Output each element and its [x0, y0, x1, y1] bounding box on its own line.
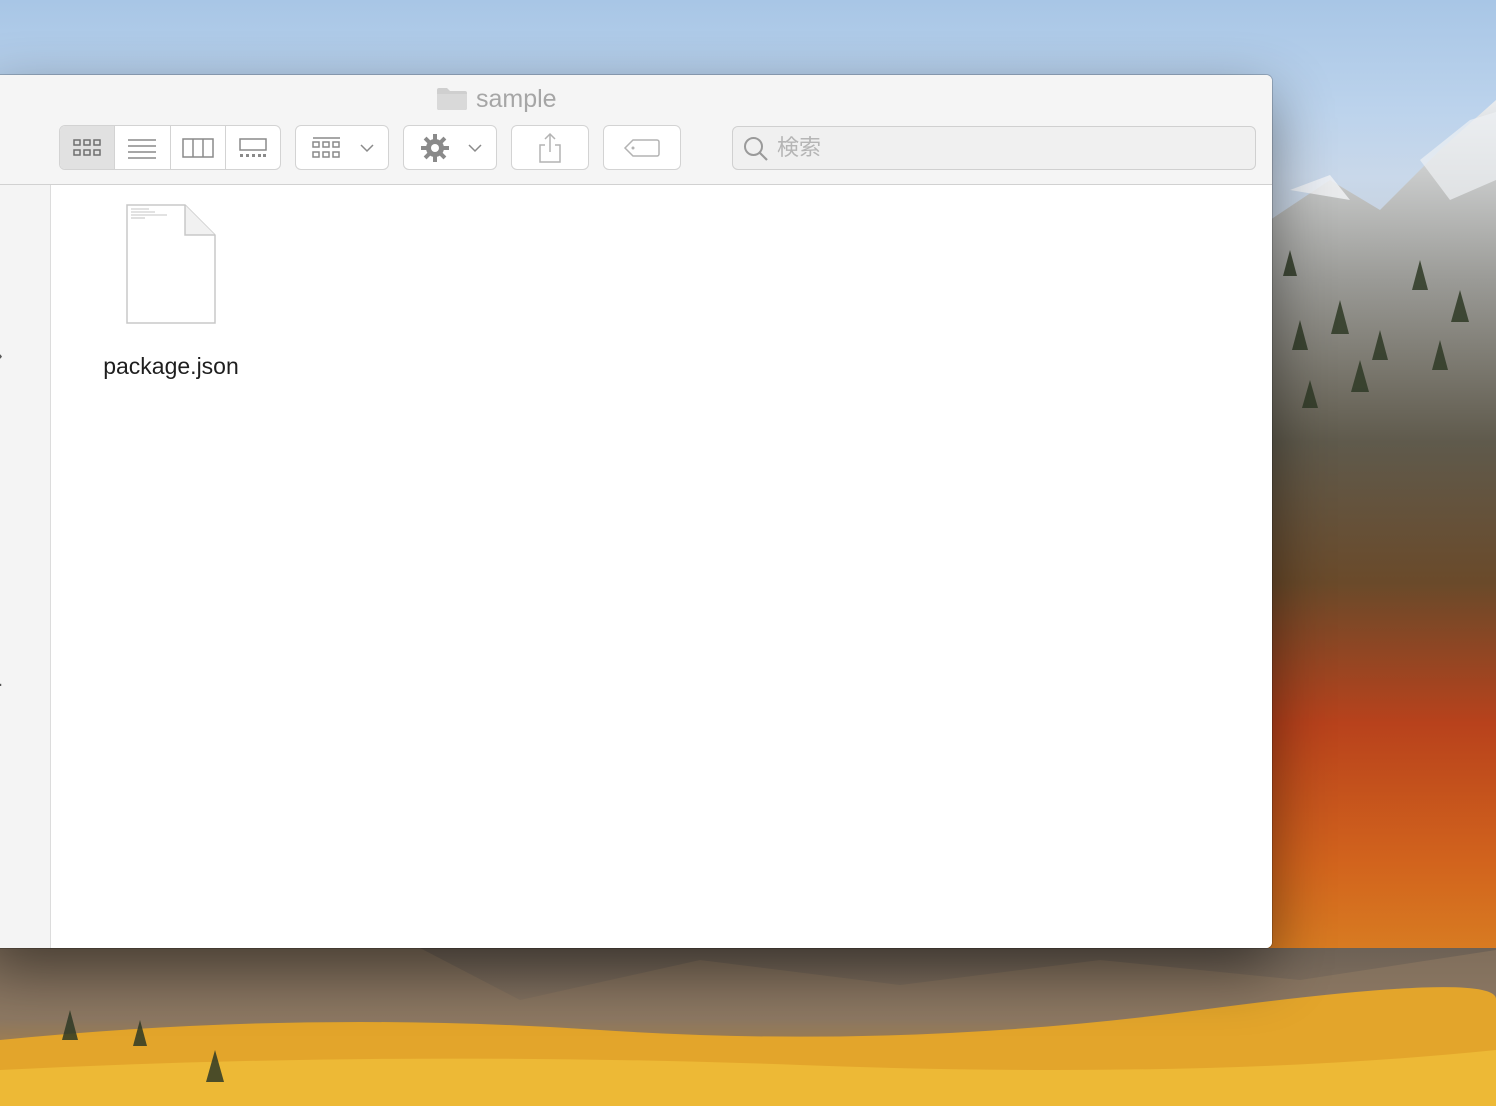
search-input[interactable]: [777, 131, 1237, 165]
share-button[interactable]: [511, 125, 589, 170]
file-browser-content: package.json: [51, 185, 1272, 948]
list-icon: [128, 138, 157, 159]
column-view-button[interactable]: [171, 126, 226, 169]
action-button[interactable]: [403, 125, 497, 170]
gear-icon: [421, 133, 482, 162]
share-icon: [539, 132, 561, 163]
gallery-view-button[interactable]: [226, 126, 280, 169]
grid-icon: [73, 138, 101, 156]
window-title-label: sample: [476, 84, 557, 113]
sidebar-item-fragment[interactable]: ›: [0, 345, 3, 368]
columns-icon: [181, 137, 214, 158]
tags-button[interactable]: [603, 125, 681, 170]
gallery-icon: [239, 137, 267, 157]
search-field[interactable]: [732, 126, 1256, 170]
icon-view-button[interactable]: [60, 126, 116, 169]
document-icon: [126, 204, 216, 324]
sidebar: › ..: [0, 185, 51, 948]
search-icon: [744, 137, 768, 161]
finder-window: sample 検索 package.json: [0, 75, 1272, 948]
window-title: sample: [436, 85, 557, 113]
file-name: package.json: [103, 353, 239, 379]
list-view-button[interactable]: [115, 126, 171, 169]
view-mode-control: [59, 125, 281, 170]
folder-icon: [437, 88, 467, 110]
group-by-button[interactable]: [295, 125, 389, 170]
tag-icon: [623, 138, 660, 157]
file-item[interactable]: package.json: [91, 203, 251, 383]
group-grid-icon: [312, 136, 374, 158]
sidebar-item-fragment[interactable]: ..: [0, 669, 3, 692]
toolbar: sample: [0, 75, 1272, 185]
